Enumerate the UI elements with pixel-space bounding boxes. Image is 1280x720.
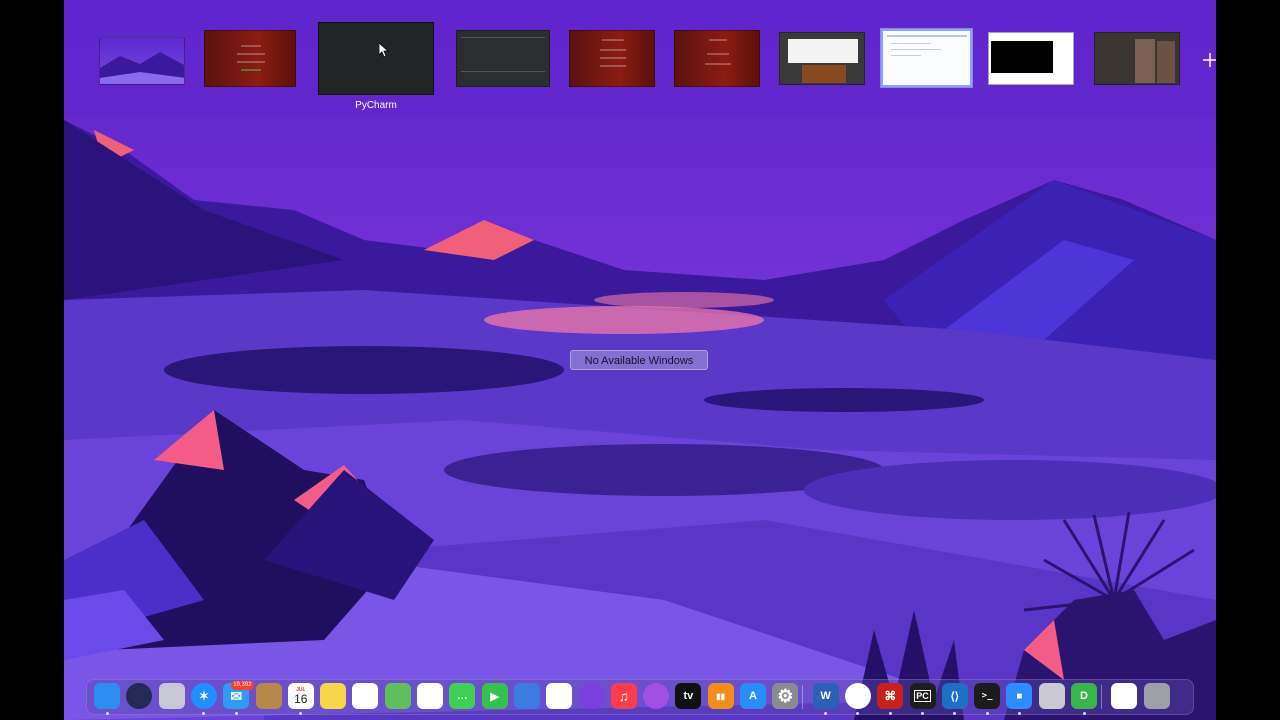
running-indicator <box>1082 712 1086 715</box>
space-thumbnail-video-window[interactable] <box>988 32 1074 85</box>
dock-terminal[interactable]: >_ <box>974 683 1001 709</box>
dock-finder[interactable] <box>94 683 120 709</box>
dock-maps[interactable] <box>384 683 411 709</box>
word-icon: W <box>820 690 831 702</box>
running-indicator <box>985 712 989 715</box>
safari-icon: ✶ <box>198 689 209 703</box>
dock-apple-tv[interactable]: tv <box>675 683 702 709</box>
dock-news[interactable] <box>546 683 573 709</box>
calendar-day: 16 <box>294 691 308 706</box>
dock-photos[interactable] <box>417 683 443 709</box>
space-label-pycharm: PyCharm <box>355 100 397 111</box>
running-indicator <box>234 712 238 715</box>
gear-icon: ⚙ <box>777 685 794 706</box>
space-thumbnail-pycharm-window[interactable] <box>318 22 434 95</box>
dock-facetime[interactable]: ▶ <box>481 683 508 709</box>
dock-downloads-stack[interactable] <box>1111 683 1138 709</box>
calendar-icon: JUL 16 <box>294 687 308 706</box>
music-icon: ♫ <box>618 688 630 704</box>
running-indicator <box>105 712 109 715</box>
dock-system-preferences[interactable]: ⚙ <box>772 683 799 709</box>
dock-podcasts-radio[interactable] <box>578 683 605 709</box>
dock-separator <box>802 685 804 709</box>
plus-icon <box>1203 53 1216 67</box>
dock-reminders[interactable] <box>352 683 379 709</box>
pycharm-icon: PC <box>914 690 931 702</box>
add-space-button[interactable] <box>1203 50 1216 70</box>
space-thumbnail-browser-window[interactable] <box>779 32 865 85</box>
dock-chrome[interactable] <box>844 683 871 709</box>
no-available-windows-label: No Available Windows <box>570 350 708 370</box>
space-thumbnail-red-form-window[interactable] <box>569 30 655 87</box>
dock-notes[interactable] <box>320 683 347 709</box>
space-thumbnail-media-window[interactable] <box>1094 32 1180 85</box>
dash-icon: D <box>1080 690 1088 702</box>
dock-dash[interactable]: D <box>1071 683 1097 709</box>
running-indicator <box>1017 712 1021 715</box>
dock-keynote[interactable] <box>513 683 540 709</box>
mountain-thumbnail-icon <box>100 52 184 84</box>
dock-separator <box>1101 685 1102 709</box>
app-store-icon: A <box>749 690 757 702</box>
dock-books[interactable]: ▮▮ <box>707 683 734 709</box>
dock-archive[interactable] <box>1038 683 1065 709</box>
vscode-icon: ⟨⟩ <box>950 690 960 703</box>
space-thumbnail-red-welcome-window[interactable] <box>674 30 760 87</box>
dock-zoom[interactable]: ■ <box>1006 683 1033 709</box>
dock-vscode[interactable]: ⟨⟩ <box>941 683 968 709</box>
dock-messages[interactable]: … <box>449 683 476 709</box>
space-thumbnail-selected-document-window[interactable] <box>881 29 972 87</box>
terminal-icon: >_ <box>981 691 993 701</box>
dock-trash[interactable] <box>1143 683 1170 709</box>
desktop-screen: PyCharm No Available Windows ✶ ✉ 19,392 … <box>64 0 1216 720</box>
books-icon: ▮▮ <box>716 691 726 701</box>
space-thumbnail-red-login-window[interactable] <box>204 30 296 87</box>
zoom-icon: ■ <box>1016 690 1023 702</box>
facetime-icon: ▶ <box>490 690 499 703</box>
space-thumbnail-dark-editor-window[interactable] <box>456 30 550 87</box>
trash-icon <box>1155 690 1157 702</box>
space-thumbnail-wallpaper-desktop[interactable] <box>99 37 185 85</box>
mail-icon: ✉ <box>230 687 243 704</box>
dock-acrobat[interactable]: ⌘ <box>877 683 904 709</box>
acrobat-icon: ⌘ <box>884 689 897 703</box>
dock-podcasts[interactable] <box>643 683 670 709</box>
dock-contacts[interactable] <box>255 683 282 709</box>
mail-unread-badge: 19,392 <box>231 681 254 690</box>
dock-music[interactable]: ♫ <box>610 683 637 709</box>
dock-calendar[interactable]: JUL 16 <box>287 683 314 709</box>
running-indicator <box>921 712 924 715</box>
dock-safari[interactable]: ✶ <box>190 683 217 709</box>
messages-icon: … <box>456 690 468 702</box>
running-indicator <box>888 712 892 715</box>
dock-pycharm[interactable]: PC <box>909 683 936 709</box>
dock-app-store[interactable]: A <box>740 683 766 709</box>
dock-launchpad[interactable] <box>158 683 185 709</box>
pointer-cursor-icon <box>379 43 389 57</box>
dock-word[interactable]: W <box>812 683 839 709</box>
tv-icon: tv <box>683 690 694 702</box>
